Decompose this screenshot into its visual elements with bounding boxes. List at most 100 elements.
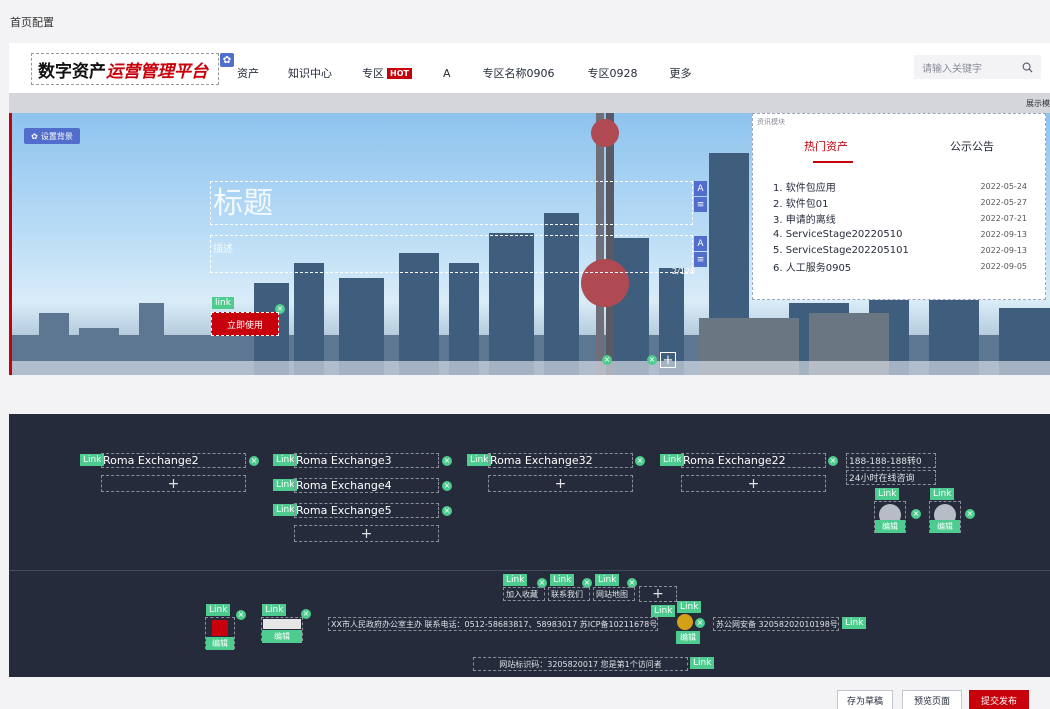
set-background-label: 设置背景 [40, 131, 73, 141]
add-link-button[interactable]: + [294, 525, 439, 542]
nav-item-a[interactable]: A [443, 67, 451, 80]
nav-item-zone-0928[interactable]: 专区0928 [587, 65, 637, 81]
link-tag[interactable]: link [212, 297, 234, 309]
close-icon[interactable]: × [965, 509, 975, 519]
close-icon[interactable]: × [442, 481, 452, 491]
edit-button[interactable]: 编辑 [262, 630, 302, 643]
nav-item-knowledge[interactable]: 知识中心 [288, 65, 332, 81]
close-icon[interactable]: × [442, 456, 452, 466]
qr-slot[interactable]: 编辑 [929, 501, 961, 533]
footer-link-field[interactable]: Roma Exchange2 [101, 453, 246, 468]
edit-button[interactable]: 编辑 [930, 520, 960, 533]
search-icon[interactable] [1022, 62, 1033, 73]
page-title: 首页配置 [10, 16, 54, 29]
news-title: 6. 人工服务0905 [773, 262, 852, 274]
link-tag[interactable]: Link [930, 488, 955, 500]
footer-bottom-link[interactable]: 网站地图 [593, 587, 635, 601]
close-icon[interactable]: × [647, 355, 657, 365]
tab-announcements[interactable]: 公示公告 [899, 138, 1045, 163]
link-tag[interactable]: Link [677, 601, 702, 613]
save-draft-button[interactable]: 存为草稿 [837, 690, 893, 709]
list-item[interactable]: 5. ServiceStage202205101 2022-09-13 [773, 242, 1027, 258]
link-tag[interactable]: Link [875, 488, 900, 500]
align-icon[interactable]: ≡ [694, 197, 707, 212]
phone-field[interactable]: 188-188-188转0 [846, 453, 936, 468]
link-tag[interactable]: Link [690, 657, 715, 669]
list-item[interactable]: 3. 申请的离线 2022-07-21 [773, 210, 1027, 226]
tab-hot-assets[interactable]: 热门资产 [753, 138, 899, 163]
link-tag[interactable]: Link [550, 574, 575, 586]
badge-slot[interactable]: 编辑 [205, 617, 235, 650]
news-module: 资讯模块 热门资产 公示公告 1. 软件包应用 2022-05-24 2. 软件包… [752, 113, 1046, 300]
nav-item-more[interactable]: 更多 [669, 65, 691, 81]
qr-slot[interactable]: 编辑 [874, 501, 906, 533]
service-field[interactable]: 24小时在线咨询 [846, 470, 936, 485]
nav-zone-label: 专区 [362, 67, 384, 80]
add-link-button[interactable]: + [681, 475, 826, 492]
news-date: 2022-09-13 [980, 245, 1028, 255]
nav-item-zone[interactable]: 专区 HOT [362, 65, 412, 81]
footer-bottom-link[interactable]: 加入收藏 [503, 587, 545, 601]
publish-button[interactable]: 提交发布 [969, 690, 1029, 709]
display-bar-label: 展示模 [1026, 99, 1050, 108]
search-input[interactable]: 请输入关键字 [914, 55, 1041, 79]
edit-button[interactable]: 编辑 [206, 637, 234, 650]
list-item[interactable]: 2. 软件包01 2022-05-27 [773, 194, 1027, 210]
use-now-button[interactable]: 立即使用 [211, 312, 279, 336]
list-item[interactable]: 1. 软件包应用 2022-05-24 [773, 178, 1027, 194]
text-color-icon[interactable]: A [694, 236, 707, 251]
list-item[interactable]: 4. ServiceStage20220510 2022-09-13 [773, 226, 1027, 242]
char-counter: 2/120 [672, 267, 696, 276]
close-icon[interactable]: × [911, 509, 921, 519]
add-banner-button[interactable]: + [660, 352, 676, 368]
preview-button[interactable]: 预览页面 [902, 690, 962, 709]
footer-info-text[interactable]: XX市人民政府办公室主办 联系电话：0512-58683817、58983017… [328, 617, 658, 631]
site-header: 数字资产 运营管理平台 ✿ 资产 知识中心 专区 HOT A 专区名称0906 专区… [9, 43, 1050, 93]
align-icon[interactable]: ≡ [694, 252, 707, 267]
close-icon[interactable]: × [695, 618, 705, 628]
close-icon[interactable]: × [442, 506, 452, 516]
link-tag[interactable]: Link [595, 574, 620, 586]
close-icon[interactable]: × [635, 456, 645, 466]
news-module-label: 资讯模块 [757, 118, 785, 126]
link-tag[interactable]: Link [842, 617, 867, 629]
list-item[interactable]: 6. 人工服务0905 2022-09-05 [773, 258, 1027, 274]
active-tab-indicator [813, 161, 853, 163]
close-icon[interactable]: × [236, 610, 246, 620]
footer-link-field[interactable]: Roma Exchange3 [294, 453, 439, 468]
edit-button[interactable]: 编辑 [875, 520, 905, 533]
logo[interactable]: 数字资产 运营管理平台 [31, 53, 219, 85]
gear-icon: ✿ [31, 131, 38, 141]
set-background-button[interactable]: ✿ 设置背景 [24, 128, 80, 144]
badge-slot[interactable]: 编辑 [261, 617, 303, 643]
link-tag[interactable]: Link [262, 604, 287, 616]
add-link-button[interactable]: + [639, 586, 677, 602]
banner-title-input[interactable]: 标题 [210, 181, 693, 225]
footer-bottom-link[interactable]: 联系我们 [548, 587, 590, 601]
edit-button[interactable]: 编辑 [676, 631, 700, 644]
footer-link-field[interactable]: Roma Exchange4 [294, 478, 439, 493]
footer-link-field[interactable]: Roma Exchange22 [681, 453, 826, 468]
footer-divider [9, 570, 1050, 571]
nav-item-assets[interactable]: 资产 [237, 65, 259, 81]
add-link-button[interactable]: + [488, 475, 633, 492]
link-tag[interactable]: Link [503, 574, 528, 586]
banner-desc-input[interactable]: 描述 [210, 235, 693, 273]
nav-item-zone-0906[interactable]: 专区名称0906 [482, 65, 554, 81]
logo-text-b: 运营管理平台 [106, 61, 208, 82]
police-record-text[interactable]: 苏公网安备 32058202010198号 [713, 617, 839, 631]
search-placeholder: 请输入关键字 [922, 63, 982, 75]
site-id-text[interactable]: 网站标识码：3205820017 您是第1个访问者 [473, 657, 688, 671]
close-icon[interactable]: × [602, 355, 612, 365]
add-link-button[interactable]: + [101, 475, 246, 492]
text-color-icon[interactable]: A [694, 181, 707, 196]
display-bar: 展示模 [9, 93, 1050, 113]
close-icon[interactable]: × [249, 456, 259, 466]
gov-badge-icon [263, 619, 301, 629]
footer-link-field[interactable]: Roma Exchange32 [488, 453, 633, 468]
link-tag[interactable]: Link [206, 604, 231, 616]
close-icon[interactable]: × [828, 456, 838, 466]
footer-link-field[interactable]: Roma Exchange5 [294, 503, 439, 518]
logo-settings-icon[interactable]: ✿ [220, 53, 234, 67]
link-tag[interactable]: Link [651, 605, 676, 617]
